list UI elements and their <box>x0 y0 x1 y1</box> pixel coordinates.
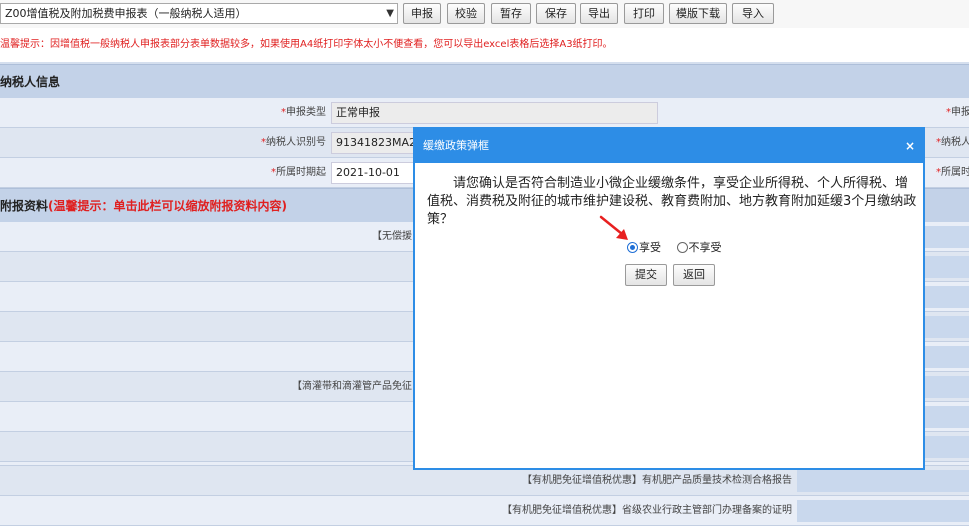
radio-not-enjoy[interactable]: 不享受 <box>676 241 722 254</box>
attach-row-upload[interactable] <box>797 470 969 492</box>
attach-row-label: 【有机肥免征增值税优惠】省级农业行政主管部门办理备案的证明 <box>502 505 792 516</box>
deferral-policy-dialog: 缓缴政策弹框 × 请您确认是否符合制造业小微企业缓缴条件，享受企业所得税、个人所… <box>413 127 925 470</box>
attach-row-label: 【滴灌带和滴灌管产品免征 <box>292 381 412 392</box>
dialog-header: 缓缴政策弹框 × <box>415 129 923 163</box>
dialog-message: 请您确认是否符合制造业小微企业缓缴条件，享受企业所得税、个人所得税、增值税、消费… <box>427 176 917 227</box>
save-button[interactable]: 保存 <box>536 3 576 24</box>
toolbar: Z00增值税及附加税费申报表（一般纳税人适用） ▼ 申报 校验 暂存 保存 导出… <box>0 0 969 28</box>
radio-not-enjoy-label: 不享受 <box>688 241 722 254</box>
attach-row-upload[interactable] <box>797 500 969 522</box>
tin-label: *纳税人识别号 <box>261 137 326 148</box>
taxpayer-info-title: 纳税人信息 <box>0 75 61 89</box>
back-button[interactable]: 返回 <box>673 264 715 286</box>
export-button[interactable]: 导出 <box>580 3 618 24</box>
dialog-title: 缓缴政策弹框 <box>423 139 489 152</box>
attachments-hint: (温馨提示：单击此栏可以缩放附报资料内容) <box>48 199 287 213</box>
form-type-select-value: Z00增值税及附加税费申报表（一般纳税人适用） <box>5 7 247 20</box>
template-download-button[interactable]: 模版下载 <box>669 3 727 24</box>
form-type-select[interactable]: Z00增值税及附加税费申报表（一般纳税人适用） ▼ <box>0 3 398 24</box>
taxpayer-info-header[interactable]: 纳税人信息 <box>0 64 969 98</box>
chevron-down-icon: ▼ <box>386 8 394 19</box>
attachments-title: 附报资料 <box>0 199 49 213</box>
right-label-1: *申报 <box>946 107 969 118</box>
arrow-pointer-icon <box>599 215 628 240</box>
decl-type-row: *申报类型 正常申报 *申报 <box>0 98 969 128</box>
attach-row: 【有机肥免征增值税优惠】省级农业行政主管部门办理备案的证明 <box>0 496 969 526</box>
attach-row-label: 【有机肥免征增值税优惠】有机肥产品质量技术检测合格报告 <box>522 475 792 486</box>
decl-type-value: 正常申报 <box>331 102 658 124</box>
print-tip: 温馨提示：因增值税一般纳税人申报表部分表单数据较多，如果使用A4纸打印字体太小不… <box>0 39 613 50</box>
right-label-3: *所属时 <box>936 167 969 178</box>
declare-button[interactable]: 申报 <box>403 3 441 24</box>
radio-enjoy-label: 享受 <box>639 241 661 254</box>
temp-save-button[interactable]: 暂存 <box>491 3 531 24</box>
import-button[interactable]: 导入 <box>732 3 774 24</box>
right-label-2: *纳税人 <box>936 137 969 148</box>
policy-radio-group: 享受 不享受 <box>627 241 722 255</box>
decl-type-label: *申报类型 <box>281 107 326 118</box>
attach-row-label: 【无偿援 <box>372 231 412 242</box>
period-label: *所属时期起 <box>271 167 326 178</box>
close-icon[interactable]: × <box>905 129 915 163</box>
validate-button[interactable]: 校验 <box>447 3 485 24</box>
radio-not-enjoy-dot[interactable] <box>676 242 688 253</box>
attach-row: 【有机肥免征增值税优惠】有机肥产品质量技术检测合格报告 <box>0 466 969 496</box>
print-button[interactable]: 打印 <box>624 3 664 24</box>
submit-button[interactable]: 提交 <box>625 264 667 286</box>
